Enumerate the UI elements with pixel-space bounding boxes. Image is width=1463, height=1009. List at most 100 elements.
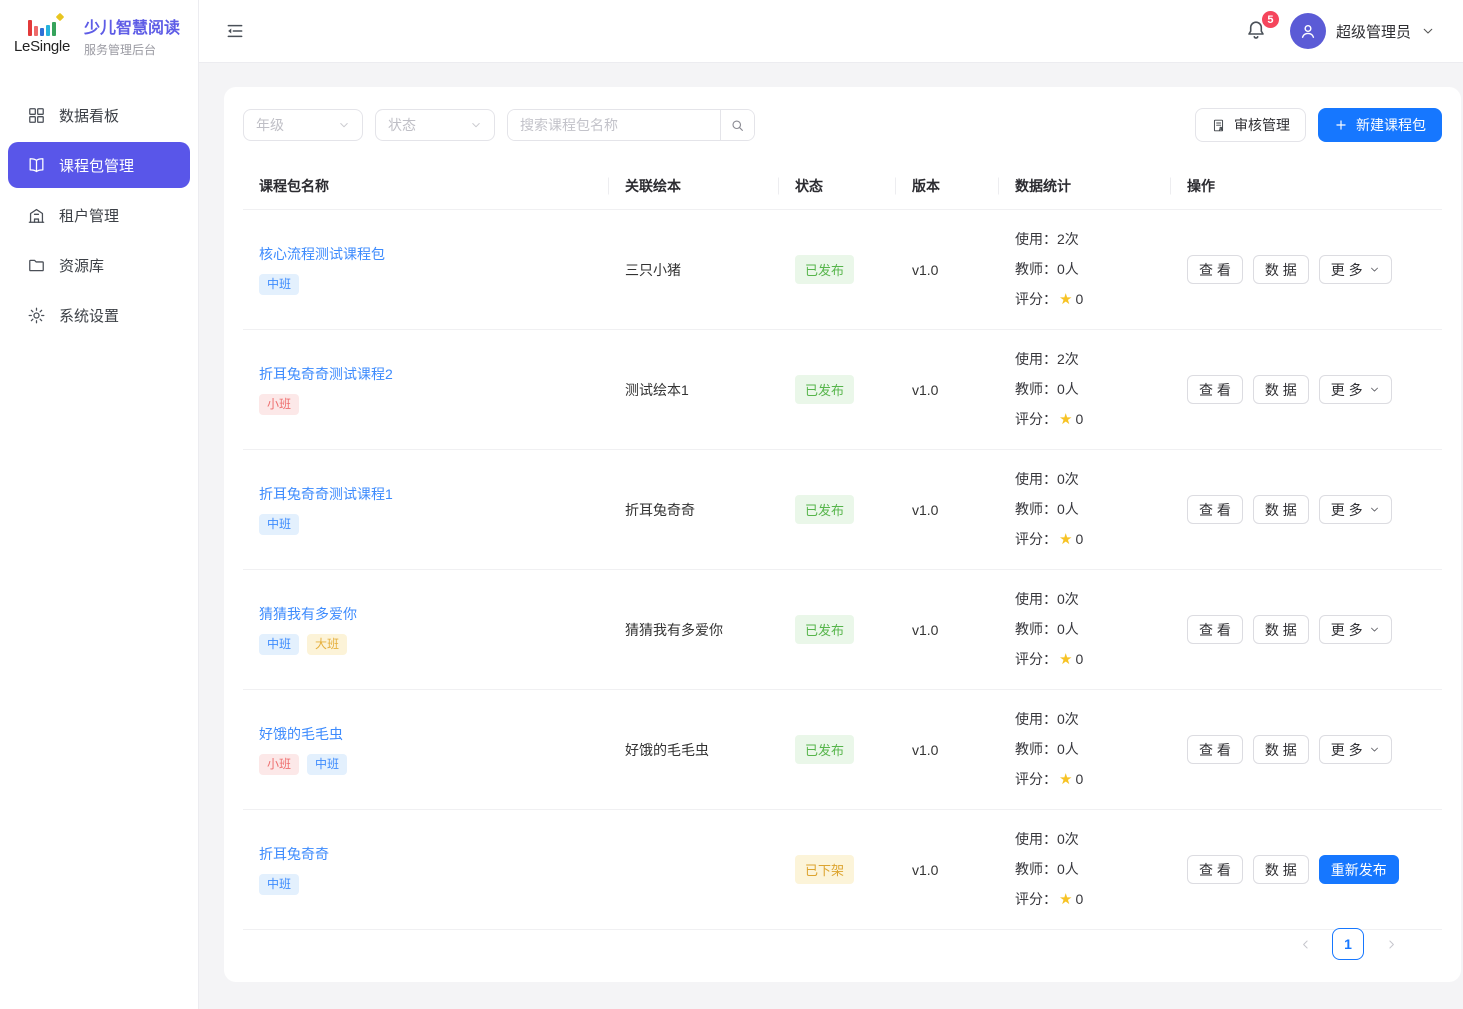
more-button[interactable]: 更 多	[1319, 255, 1392, 284]
row-actions: 查 看 数 据 更 多	[1187, 615, 1426, 644]
data-button[interactable]: 数 据	[1253, 855, 1309, 884]
status-select[interactable]: 状态	[375, 109, 495, 141]
chevron-down-icon	[1421, 24, 1435, 38]
package-name-link[interactable]: 好饿的毛毛虫	[259, 724, 343, 744]
chevron-down-icon	[338, 119, 350, 131]
chevron-down-icon	[1369, 624, 1380, 635]
grade-tag: 中班	[259, 874, 299, 896]
version: v1.0	[896, 570, 999, 690]
search-group	[507, 109, 755, 141]
rating-stat: 评分：★0	[1015, 404, 1155, 435]
sidebar-item-dashboard[interactable]: 数据看板	[8, 92, 190, 138]
app-subtitle: 服务管理后台	[84, 41, 180, 58]
data-button[interactable]: 数 据	[1253, 375, 1309, 404]
more-button[interactable]: 更 多	[1319, 495, 1392, 524]
teachers-stat: 教师：0人	[1015, 494, 1155, 524]
usage-stat: 使用：2次	[1015, 344, 1155, 374]
rating-stat: 评分：★0	[1015, 524, 1155, 555]
sidebar-item-course-packages[interactable]: 课程包管理	[8, 142, 190, 188]
package-name-link[interactable]: 折耳兔奇奇测试课程2	[259, 364, 393, 384]
sidebar-item-label: 数据看板	[59, 105, 119, 126]
view-button[interactable]: 查 看	[1187, 375, 1243, 404]
sidebar-item-tenants[interactable]: 租户管理	[8, 192, 190, 238]
notification-bell-icon[interactable]: 5	[1244, 18, 1270, 44]
next-page-icon[interactable]	[1376, 929, 1406, 959]
table-row: 折耳兔奇奇测试课程1 中班 折耳兔奇奇 已发布 v1.0 使用：0次 教师：0人…	[243, 450, 1442, 570]
col-header-linked-book: 关联绘本	[609, 163, 779, 210]
usage-stat: 使用：0次	[1015, 704, 1155, 734]
prev-page-icon[interactable]	[1290, 929, 1320, 959]
chevron-down-icon	[1369, 384, 1380, 395]
menu-fold-icon[interactable]	[221, 17, 249, 45]
plus-icon	[1334, 118, 1348, 132]
row-actions: 查 看 数 据 更 多	[1187, 735, 1426, 764]
package-name-link[interactable]: 核心流程测试课程包	[259, 244, 385, 264]
sidebar-nav: 数据看板 课程包管理 租户管理 资源库 系统设置	[0, 72, 198, 338]
search-input[interactable]	[508, 110, 720, 140]
view-button[interactable]: 查 看	[1187, 495, 1243, 524]
col-header-package-name: 课程包名称	[243, 163, 609, 210]
audit-management-button[interactable]: 审核管理	[1195, 108, 1306, 142]
search-button[interactable]	[720, 110, 754, 140]
sidebar-item-resources[interactable]: 资源库	[8, 242, 190, 288]
republish-button[interactable]: 重新发布	[1319, 855, 1399, 884]
sidebar-item-settings[interactable]: 系统设置	[8, 292, 190, 338]
data-button[interactable]: 数 据	[1253, 615, 1309, 644]
logo-star-icon	[56, 12, 64, 20]
status-badge: 已发布	[795, 615, 854, 644]
grade-tag: 小班	[259, 754, 299, 776]
usage-stat: 使用：2次	[1015, 224, 1155, 254]
grade-select[interactable]: 年级	[243, 109, 363, 141]
chevron-down-icon	[1369, 264, 1380, 275]
data-button[interactable]: 数 据	[1253, 735, 1309, 764]
teachers-stat: 教师：0人	[1015, 614, 1155, 644]
stats: 使用：2次 教师：0人 评分：★0	[999, 330, 1171, 450]
topbar: 5 超级管理员	[199, 0, 1463, 63]
more-button[interactable]: 更 多	[1319, 375, 1392, 404]
col-header-version: 版本	[896, 163, 999, 210]
stats: 使用：0次 教师：0人 评分：★0	[999, 570, 1171, 690]
grade-tags: 中班	[259, 874, 593, 896]
avatar	[1290, 13, 1326, 49]
grade-select-label: 年级	[256, 115, 284, 135]
create-package-button[interactable]: 新建课程包	[1318, 108, 1442, 142]
grade-tag: 大班	[307, 634, 347, 656]
star-icon: ★	[1059, 291, 1072, 308]
teachers-stat: 教师：0人	[1015, 734, 1155, 764]
grade-tag: 中班	[259, 274, 299, 296]
view-button[interactable]: 查 看	[1187, 855, 1243, 884]
user-menu[interactable]: 超级管理员	[1290, 13, 1435, 49]
col-header-actions: 操作	[1171, 163, 1442, 210]
chevron-down-icon	[1369, 744, 1380, 755]
table-row: 猜猜我有多爱你 中班大班 猜猜我有多爱你 已发布 v1.0 使用：0次 教师：0…	[243, 570, 1442, 690]
linked-book: 猜猜我有多爱你	[609, 570, 779, 690]
grade-tags: 中班大班	[259, 634, 593, 656]
star-icon: ★	[1059, 891, 1072, 908]
audit-icon	[1211, 118, 1226, 133]
more-button[interactable]: 更 多	[1319, 615, 1392, 644]
usage-stat: 使用：0次	[1015, 464, 1155, 494]
page-1-button[interactable]: 1	[1332, 928, 1364, 960]
gear-icon	[27, 306, 46, 325]
pagination: 1	[243, 911, 1442, 982]
row-actions: 查 看 数 据 更 多	[1187, 495, 1426, 524]
package-name-link[interactable]: 折耳兔奇奇	[259, 844, 329, 864]
linked-book: 好饿的毛毛虫	[609, 690, 779, 810]
status-badge: 已发布	[795, 375, 854, 404]
table-row: 好饿的毛毛虫 小班中班 好饿的毛毛虫 已发布 v1.0 使用：0次 教师：0人 …	[243, 690, 1442, 810]
linked-book: 三只小猪	[609, 210, 779, 330]
lesingle-logo: LeSingle	[10, 18, 74, 55]
sidebar-item-label: 课程包管理	[59, 155, 134, 176]
view-button[interactable]: 查 看	[1187, 255, 1243, 284]
grade-tag: 中班	[307, 754, 347, 776]
more-button[interactable]: 更 多	[1319, 735, 1392, 764]
view-button[interactable]: 查 看	[1187, 735, 1243, 764]
folder-icon	[27, 256, 46, 275]
teachers-stat: 教师：0人	[1015, 374, 1155, 404]
package-name-link[interactable]: 猜猜我有多爱你	[259, 604, 357, 624]
grade-tags: 中班	[259, 274, 593, 296]
data-button[interactable]: 数 据	[1253, 495, 1309, 524]
package-name-link[interactable]: 折耳兔奇奇测试课程1	[259, 484, 393, 504]
view-button[interactable]: 查 看	[1187, 615, 1243, 644]
data-button[interactable]: 数 据	[1253, 255, 1309, 284]
